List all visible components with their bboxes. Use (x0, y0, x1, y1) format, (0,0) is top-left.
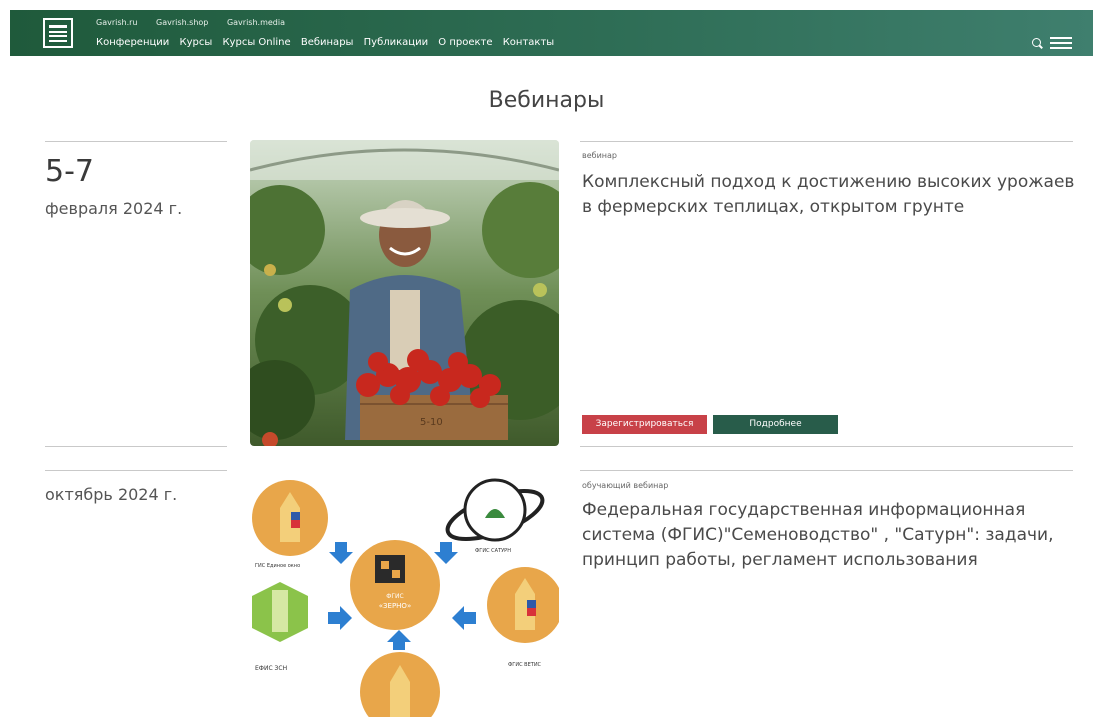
divider (580, 470, 1073, 471)
details-button[interactable]: Подробнее (713, 415, 838, 434)
main-nav: Конференции Курсы Курсы Online Вебинары … (96, 37, 561, 48)
nav-publications[interactable]: Публикации (364, 37, 428, 48)
svg-text:5-10: 5-10 (420, 417, 443, 428)
divider (45, 141, 227, 142)
svg-text:ЕФИС ЗСН: ЕФИС ЗСН (255, 665, 287, 672)
event-type: обучающий вебинар (582, 481, 669, 490)
register-button[interactable]: Зарегистрироваться (582, 415, 707, 434)
nav-courses-online[interactable]: Курсы Online (222, 37, 290, 48)
event-title[interactable]: Федеральная государственная информационн… (582, 498, 1077, 573)
svg-text:ФГИС САТУРН: ФГИС САТУРН (475, 548, 511, 554)
event-date-month: октябрь 2024 г. (45, 485, 178, 504)
top-link-gavrish-media[interactable]: Gavrish.media (227, 18, 285, 27)
nav-about[interactable]: О проекте (438, 37, 492, 48)
page-title: Вебинары (488, 88, 605, 113)
divider (580, 141, 1073, 142)
top-link-gavrish-shop[interactable]: Gavrish.shop (156, 18, 208, 27)
site-header: Gavrish.ru Gavrish.shop Gavrish.media Ко… (10, 10, 1093, 56)
nav-conferences[interactable]: Конференции (96, 37, 169, 48)
svg-text:ФГИС: ФГИС (386, 593, 404, 600)
svg-text:ГИС Единое окно: ГИС Единое окно (255, 563, 300, 569)
event-image-diagram[interactable]: ГИС Единое окно ФГИС САТУРН ЕФИС ЗСН ФГИ… (250, 470, 559, 717)
nav-courses[interactable]: Курсы (180, 37, 213, 48)
nav-contacts[interactable]: Контакты (503, 37, 554, 48)
site-logo[interactable] (43, 18, 73, 48)
svg-text:ФГИС ВЕТИС: ФГИС ВЕТИС (508, 662, 542, 668)
event-title[interactable]: Комплексный подход к достижению высоких … (582, 170, 1077, 220)
search-icon[interactable] (1032, 38, 1041, 47)
divider (45, 446, 227, 447)
top-link-gavrish-ru[interactable]: Gavrish.ru (96, 18, 138, 27)
event-type: вебинар (582, 151, 617, 160)
svg-text:«ЗЕРНО»: «ЗЕРНО» (379, 602, 411, 610)
nav-webinars[interactable]: Вебинары (301, 37, 354, 48)
event-date-range: 5-7 (45, 154, 94, 189)
menu-icon[interactable] (1050, 37, 1072, 49)
top-site-links: Gavrish.ru Gavrish.shop Gavrish.media (96, 18, 301, 27)
event-date-month: февраля 2024 г. (45, 199, 183, 218)
divider (580, 446, 1073, 447)
divider (45, 470, 227, 471)
event-image-greenhouse[interactable]: 5-10 (250, 140, 559, 446)
